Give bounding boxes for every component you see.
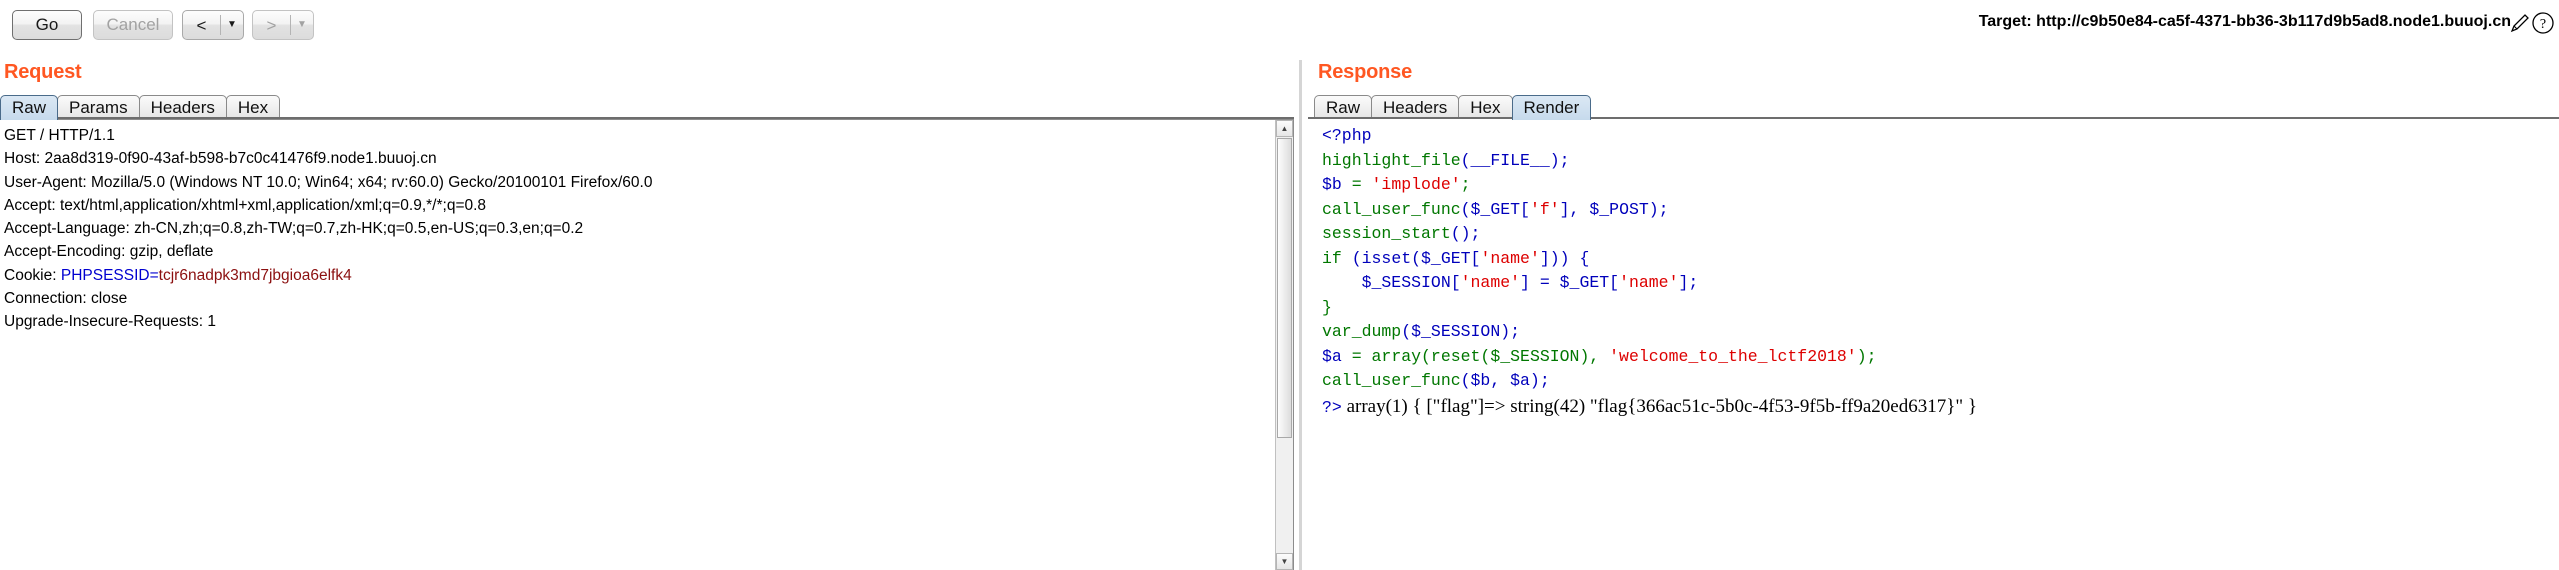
request-vertical-scrollbar[interactable]: ▲ ▼ xyxy=(1275,120,1293,570)
request-cookie-name: PHPSESSID xyxy=(60,266,150,284)
pencil-icon[interactable] xyxy=(2509,12,2531,34)
php-session-start-args: (); xyxy=(1450,224,1481,243)
php-call-user-func-1-rest: ], $_POST); xyxy=(1559,199,1669,219)
forward-button[interactable]: > ▼ xyxy=(252,10,314,40)
request-line-connection: Connection: close xyxy=(4,290,128,308)
php-open-tag: <?php xyxy=(1322,126,1372,145)
request-line-accept-language: Accept-Language: zh-CN,zh;q=0.8,zh-TW;q=… xyxy=(4,220,584,238)
response-panel-title: Response xyxy=(1318,61,1412,83)
back-arrow-icon: < xyxy=(196,15,207,35)
back-chevron-down-icon[interactable]: ▼ xyxy=(221,20,243,30)
response-body-area[interactable]: <?php highlight_file(__FILE__); $b = 'im… xyxy=(1314,119,2559,570)
back-button[interactable]: < ▼ xyxy=(182,10,244,40)
burp-repeater-window: Go Cancel < ▼ > ▼ Target: http://c9b50e8… xyxy=(0,0,2559,570)
php-vardump-flag-output: array(1) { ["flag"]=> string(42) "flag{3… xyxy=(1341,395,1977,417)
php-var-b: $b xyxy=(1322,175,1342,194)
php-highlight-file-args: (__FILE__); xyxy=(1460,150,1570,170)
php-var-dump-args: ($_SESSION); xyxy=(1401,322,1521,341)
php-session-name-assign-b: ] = $_GET[ xyxy=(1520,273,1620,292)
php-var-a: $a xyxy=(1322,346,1342,366)
php-call-user-func-1: call_user_func xyxy=(1322,199,1461,219)
scroll-down-arrow-icon[interactable]: ▼ xyxy=(1276,553,1293,570)
php-assign-b: = xyxy=(1341,175,1372,194)
request-panel: Request Raw Params Headers Hex GET / HTT… xyxy=(0,52,1294,570)
php-session-name-assign-c: ]; xyxy=(1678,273,1699,292)
php-welcome-string: 'welcome_to_the_lctf2018' xyxy=(1609,346,1857,366)
php-get-f-key: 'f' xyxy=(1529,199,1560,219)
php-call-user-func-2-args: ($b, $a); xyxy=(1460,371,1550,390)
php-session-name-key: 'name' xyxy=(1460,273,1521,292)
php-vardump-output-line: ?> array(1) { ["flag"]=> string(42) "fla… xyxy=(1322,396,1977,417)
request-body-area[interactable]: GET / HTTP/1.1 Host: 2aa8d319-0f90-43af-… xyxy=(0,119,1294,570)
request-line-accept: Accept: text/html,application/xhtml+xml,… xyxy=(4,196,487,214)
php-session-name-assign-a: $_SESSION[ xyxy=(1322,273,1461,292)
php-isset-open: (isset($_GET[ xyxy=(1341,248,1481,268)
cancel-button[interactable]: Cancel xyxy=(93,10,173,40)
request-line-user-agent: User-Agent: Mozilla/5.0 (Windows NT 10.0… xyxy=(4,173,653,191)
response-tab-render[interactable]: Render xyxy=(1511,95,1592,120)
request-cookie-equals: = xyxy=(149,266,159,284)
php-if-keyword: if xyxy=(1322,248,1342,268)
request-line-request-line: GET / HTTP/1.1 xyxy=(4,127,115,144)
scroll-up-arrow-icon[interactable]: ▲ xyxy=(1276,120,1293,137)
response-rendered-php: <?php highlight_file(__FILE__); $b = 'im… xyxy=(1322,124,2559,421)
scrollbar-thumb[interactable] xyxy=(1277,138,1292,438)
php-call-user-func-1-open: ($_GET[ xyxy=(1460,199,1530,219)
go-button[interactable]: Go xyxy=(12,10,82,40)
panel-splitter[interactable] xyxy=(1294,52,1308,570)
php-close-tag: ?> xyxy=(1322,397,1342,417)
request-line-upgrade-insecure: Upgrade-Insecure-Requests: 1 xyxy=(4,313,216,331)
request-tab-raw[interactable]: Raw xyxy=(0,95,59,120)
question-mark-icon[interactable]: ? xyxy=(2531,11,2555,35)
php-call-user-func-2: call_user_func xyxy=(1322,371,1461,390)
php-semicolon-b: ; xyxy=(1460,175,1471,194)
php-if-close-brace: } xyxy=(1322,297,1332,317)
php-isset-close: ])) { xyxy=(1539,248,1590,268)
top-toolbar: Go Cancel < ▼ > ▼ Target: http://c9b50e8… xyxy=(0,0,2559,52)
forward-chevron-down-icon[interactable]: ▼ xyxy=(291,20,313,30)
request-panel-title: Request xyxy=(4,61,82,83)
target-label: Target: http://c9b50e84-ca5f-4371-bb36-3… xyxy=(1978,13,2511,30)
php-implode-string: 'implode' xyxy=(1371,175,1461,194)
request-tabstrip: Raw Params Headers Hex xyxy=(0,92,1294,120)
php-array-reset-close: ); xyxy=(1856,346,1877,366)
php-highlight-file-fn: highlight_file xyxy=(1322,150,1461,170)
panel-splitter-bar xyxy=(1299,60,1302,570)
request-line-host: Host: 2aa8d319-0f90-43af-b598-b7c0c41476… xyxy=(4,150,437,168)
forward-arrow-icon: > xyxy=(266,15,277,35)
response-tabstrip: Raw Headers Hex Render xyxy=(1314,92,2559,120)
php-session-start-fn: session_start xyxy=(1322,224,1451,243)
response-panel: Response Raw Headers Hex Render <?php hi… xyxy=(1308,52,2559,570)
request-line-accept-encoding: Accept-Encoding: gzip, deflate xyxy=(4,243,214,261)
request-raw-text[interactable]: GET / HTTP/1.1 Host: 2aa8d319-0f90-43af-… xyxy=(4,124,1271,334)
request-cookie-prefix: Cookie: xyxy=(4,266,61,284)
php-get-name-key-1: 'name' xyxy=(1480,248,1540,268)
php-var-dump-fn: var_dump xyxy=(1322,322,1402,341)
php-get-name-key-2: 'name' xyxy=(1619,273,1679,292)
php-array-reset-open: = array(reset($_SESSION), xyxy=(1341,346,1610,366)
request-cookie-value: tcjr6nadpk3md7jbgioa6elfk4 xyxy=(158,266,352,284)
svg-text:?: ? xyxy=(2540,17,2546,32)
